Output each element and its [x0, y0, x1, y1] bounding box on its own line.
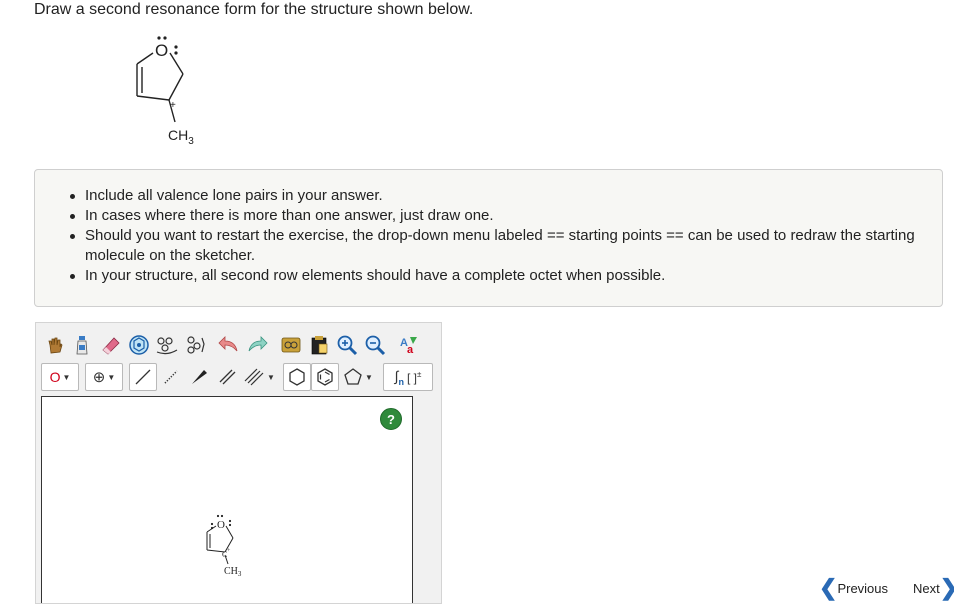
- instruction-item: Should you want to restart the exercise,…: [70, 226, 942, 266]
- ring-size-selector[interactable]: ▼: [339, 363, 377, 391]
- instructions-list: Include all valence lone pairs in your a…: [35, 170, 942, 286]
- sketcher-methyl-label: CH3: [224, 566, 242, 577]
- benzene-icon[interactable]: [311, 363, 339, 391]
- cyclohexane-icon[interactable]: [283, 363, 311, 391]
- hashed-bond-icon[interactable]: [157, 363, 185, 391]
- svg-text:a: a: [407, 344, 414, 356]
- resonance-structure: O + CH3: [136, 36, 194, 147]
- molecule-sketcher: Aa O ▼ ⊕ ▼ ▼ ▼ ∫n []± ? O C + CH3: [35, 322, 442, 604]
- methyl-label: CH3: [168, 127, 194, 147]
- sketcher-charge: +: [227, 548, 231, 554]
- clean-structure-icon[interactable]: [277, 331, 305, 359]
- sketcher-toolbar-top: Aa: [41, 330, 423, 360]
- eraser-icon[interactable]: [97, 331, 125, 359]
- sgroup-label: n: [398, 376, 404, 387]
- zoom-out-icon[interactable]: [361, 331, 389, 359]
- element-selector-value: O: [49, 369, 61, 385]
- undo-icon[interactable]: [215, 331, 243, 359]
- atom-color-icon[interactable]: Aa: [395, 331, 423, 359]
- positive-charge: +: [170, 100, 176, 111]
- flip-molecule-icon[interactable]: [181, 331, 209, 359]
- triple-bond-icon: [244, 368, 264, 386]
- dropdown-arrow-icon: ▼: [107, 372, 116, 382]
- single-bond-icon[interactable]: [129, 363, 157, 391]
- double-bond-icon[interactable]: [213, 363, 241, 391]
- chevron-right-icon: ❯: [940, 577, 954, 599]
- sgroup-icon: ∫n: [394, 367, 404, 387]
- instruction-item: Include all valence lone pairs in your a…: [70, 186, 942, 206]
- next-label: Next: [913, 580, 940, 596]
- sgroup-bracket-tool[interactable]: ∫n [ ]±: [383, 363, 433, 391]
- charge-plus-icon: ⊕: [92, 369, 106, 386]
- sketcher-toolbar-bottom: O ▼ ⊕ ▼ ▼ ▼ ∫n []±: [41, 362, 433, 392]
- element-selector[interactable]: O ▼: [41, 363, 79, 391]
- zoom-in-icon[interactable]: [333, 331, 361, 359]
- question-prompt: Draw a second resonance form for the str…: [34, 1, 474, 18]
- drawing-canvas[interactable]: ? O C + CH3: [41, 396, 413, 603]
- rotate-molecule-icon[interactable]: [153, 331, 181, 359]
- oxygen-atom-label: O: [155, 41, 168, 60]
- bracket-icon: [ ]±: [406, 369, 422, 385]
- cyclopentane-icon: [344, 368, 362, 385]
- previous-label: Previous: [837, 580, 889, 596]
- help-button[interactable]: ?: [380, 408, 402, 430]
- previous-button[interactable]: ❮ Previous: [819, 575, 889, 600]
- dropdown-arrow-icon: ▼: [62, 372, 71, 382]
- wedge-bond-icon[interactable]: [185, 363, 213, 391]
- triple-bond-selector[interactable]: ▼: [241, 363, 277, 391]
- charge-tool-selector[interactable]: ⊕ ▼: [85, 363, 123, 391]
- redo-icon[interactable]: [243, 331, 271, 359]
- clipboard-icon[interactable]: [305, 331, 333, 359]
- dropdown-arrow-icon: ▼: [365, 372, 373, 382]
- eraser-bottle-icon[interactable]: [69, 331, 97, 359]
- ring-template-icon[interactable]: [125, 331, 153, 359]
- instruction-item: In your structure, all second row elemen…: [70, 266, 942, 286]
- instruction-item: In cases where there is more than one an…: [70, 206, 942, 226]
- next-button[interactable]: Next ❯: [913, 577, 954, 599]
- chevron-left-icon: ❮: [819, 575, 838, 600]
- hand-pan-icon[interactable]: [41, 331, 69, 359]
- instructions-panel: Include all valence lone pairs in your a…: [34, 169, 943, 307]
- sketcher-oxygen-label: O: [217, 519, 225, 531]
- dropdown-arrow-icon: ▼: [267, 372, 275, 382]
- sketcher-molecule[interactable]: O C + CH3: [200, 512, 260, 577]
